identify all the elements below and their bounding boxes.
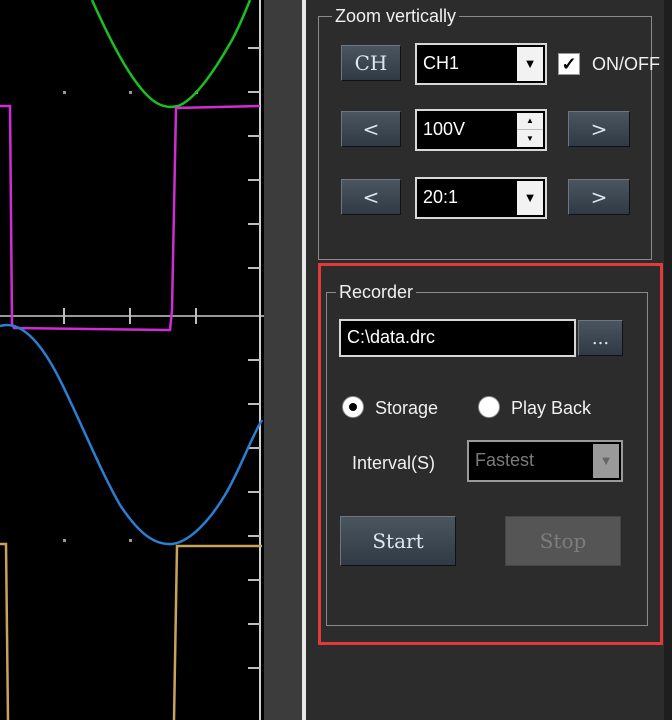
ch-button[interactable]: CH bbox=[341, 45, 401, 81]
oscilloscope-display bbox=[0, 0, 264, 720]
trace-tan bbox=[0, 542, 262, 720]
spin-arrows-icon[interactable]: ▲ ▼ bbox=[517, 113, 543, 147]
chevron-down-icon: ▼ bbox=[517, 181, 543, 215]
panel-edge bbox=[664, 0, 672, 720]
ratio-next-button[interactable]: > bbox=[568, 179, 630, 215]
recorder-highlight-box bbox=[318, 263, 663, 645]
zoom-vertically-title: Zoom vertically bbox=[332, 6, 460, 26]
splitter-gap bbox=[264, 0, 302, 720]
check-icon: ✓ bbox=[561, 54, 577, 74]
trace-blue bbox=[0, 323, 264, 546]
trace-green bbox=[90, 0, 252, 109]
trace-magenta bbox=[0, 104, 261, 332]
chevron-right-icon: > bbox=[590, 117, 608, 141]
ch-button-label: CH bbox=[354, 51, 388, 75]
ratio-prev-button[interactable]: < bbox=[341, 179, 401, 215]
voltage-spinbox[interactable]: 100V ▲ ▼ bbox=[415, 109, 547, 151]
voltage-next-button[interactable]: > bbox=[568, 111, 630, 147]
ratio-select[interactable]: 20:1 ▼ bbox=[415, 177, 547, 219]
voltage-prev-button[interactable]: < bbox=[341, 111, 401, 147]
channel-select-value: CH1 bbox=[423, 53, 460, 73]
chevron-left-icon: < bbox=[362, 185, 380, 209]
waveform-plot bbox=[0, 0, 264, 720]
onoff-label: ON/OFF bbox=[592, 54, 660, 74]
channel-select[interactable]: CH1 ▼ bbox=[415, 43, 547, 85]
chevron-right-icon: > bbox=[590, 185, 608, 209]
voltage-value: 100V bbox=[423, 119, 466, 139]
onoff-checkbox[interactable]: ✓ bbox=[558, 53, 580, 75]
axis-ticks bbox=[63, 47, 260, 669]
chevron-left-icon: < bbox=[362, 117, 380, 141]
ratio-select-value: 20:1 bbox=[423, 187, 459, 207]
chevron-down-icon: ▼ bbox=[517, 47, 543, 81]
